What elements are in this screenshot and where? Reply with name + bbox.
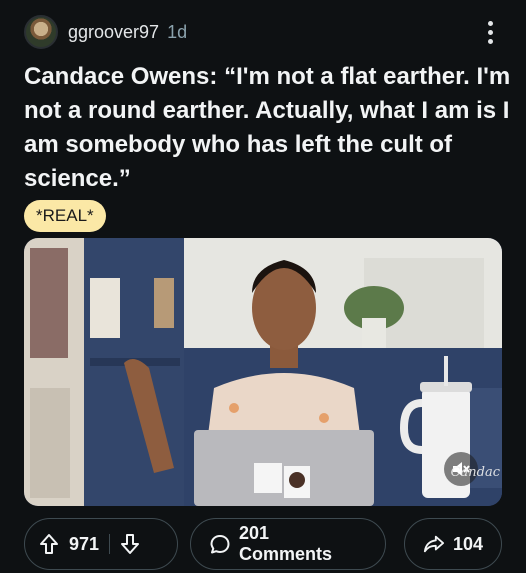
avatar[interactable] [24,15,58,49]
upvote-button[interactable] [39,533,59,555]
vote-divider [109,534,111,554]
share-icon [423,535,445,553]
more-options-button[interactable] [478,16,502,48]
share-count: 104 [452,533,483,554]
username[interactable]: ggroover97 [68,22,159,43]
post-title[interactable]: Candace Owens: “I'm not a flat earther. … [24,60,514,196]
more-vertical-icon [487,20,493,26]
comments-button[interactable]: 201 Comments [190,518,386,570]
downvote-icon [121,534,140,554]
video-watermark: Candac [450,465,500,480]
upvote-icon [40,534,58,554]
post-video[interactable]: Candac [24,238,502,506]
share-button[interactable]: 104 [404,518,502,570]
downvote-button[interactable] [120,533,140,555]
vote-count: 971 [69,533,100,554]
post-flair[interactable]: *REAL* [24,200,106,232]
post-header: ggroover97 1d [24,14,504,50]
post-age: 1d [167,21,188,42]
comment-icon [210,535,230,554]
action-bar: 971 201 Comments 104 [24,518,502,570]
video-frame [24,238,502,506]
comments-count: 201 Comments [238,523,332,564]
vote-pill: 971 [24,518,178,570]
